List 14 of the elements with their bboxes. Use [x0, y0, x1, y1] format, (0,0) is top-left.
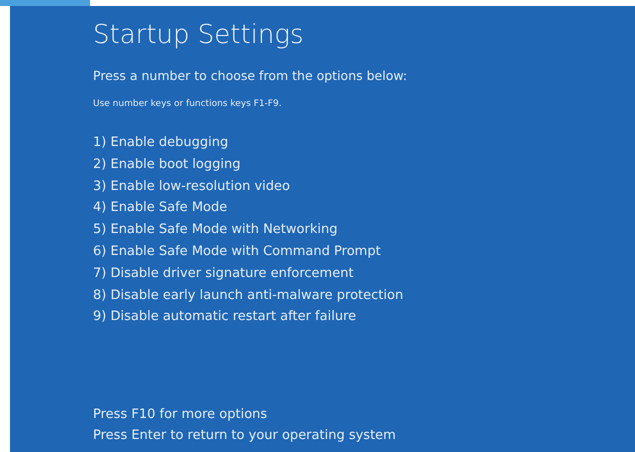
startup-option[interactable]: 6) Enable Safe Mode with Command Prompt	[93, 240, 635, 263]
startup-option[interactable]: 5) Enable Safe Mode with Networking	[93, 219, 635, 241]
startup-option[interactable]: 2) Enable boot logging	[93, 154, 635, 176]
page-title: Startup Settings	[93, 19, 305, 52]
startup-option[interactable]: 3) Enable low-resolution video	[93, 176, 635, 198]
footer-text: Press Enter to return to your operating system	[93, 427, 397, 445]
startup-option[interactable]: 8) Disable early launch anti-malware protection	[93, 284, 635, 306]
startup-option[interactable]: 1) Enable debugging	[93, 132, 635, 154]
startup-option[interactable]: 4) Enable Safe Mode	[93, 197, 635, 220]
hint-text: Use number keys or functions keys F1-F9.	[93, 98, 283, 110]
instruction-text: Press a number to choose from the options below:	[93, 68, 408, 84]
footer-text: Press F10 for more options	[93, 406, 268, 424]
startup-option[interactable]: 7) Disable driver signature enforcement	[93, 262, 635, 285]
startup-option[interactable]: 9) Disable automatic restart after failure	[93, 306, 635, 328]
